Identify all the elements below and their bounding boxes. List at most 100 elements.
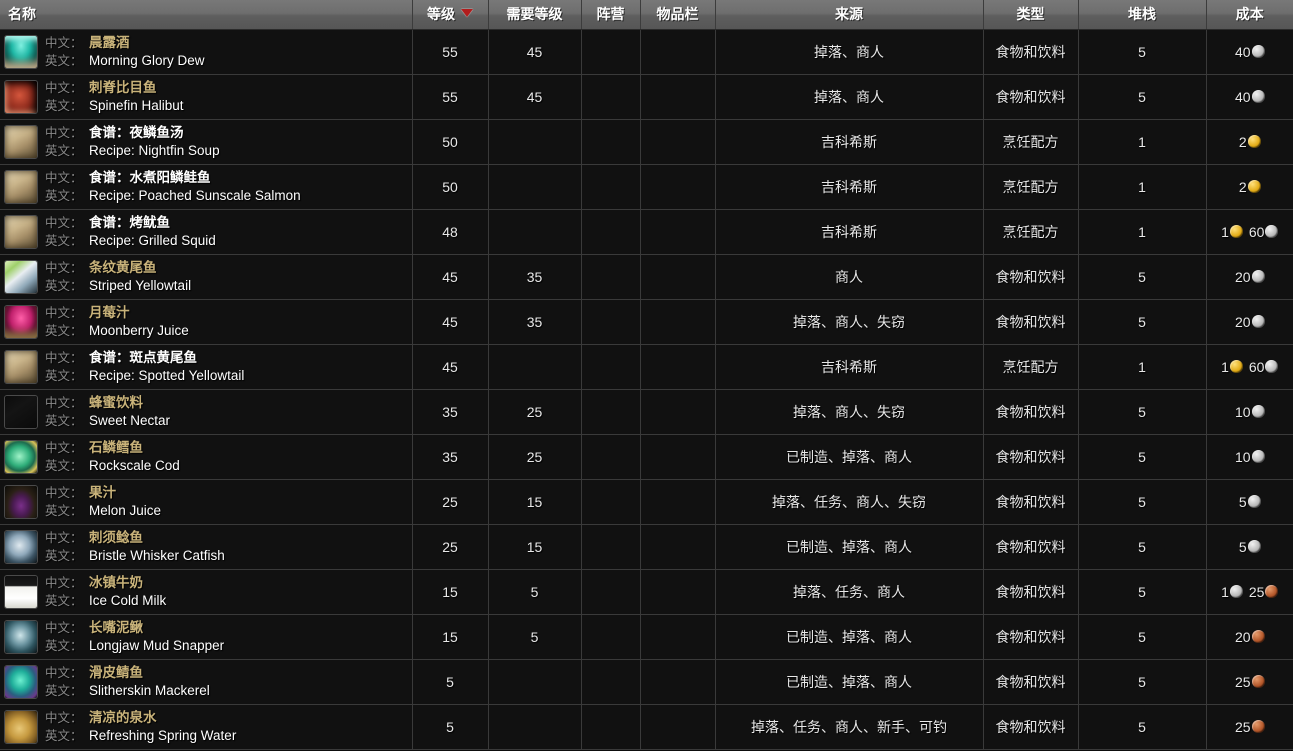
waterskin-icon[interactable] [4,709,38,744]
table-row[interactable]: 中文： 条纹黄尾鱼 英文： Striped Yellowtail 45 35 商人 食物和饮料… [0,254,1293,300]
table-row[interactable]: 中文： 果汁 英文： Melon Juice 25 15 掉落、任务、商人、失窃 食物和饮料 5… [0,479,1293,525]
cell-name[interactable]: 中文： 长嘴泥鳅 英文： Longjaw Mud Snapper [0,614,413,660]
scroll-recipe-icon[interactable] [4,124,38,159]
cell-source: 吉科希斯 [715,209,984,255]
item-name-en: 英文： Recipe: Spotted Yellowtail [45,367,244,384]
item-name-cn: 中文： 晨露酒 [45,34,205,51]
flask-purple-icon[interactable] [4,484,38,519]
table-row[interactable]: 中文： 石鳞鳕鱼 英文： Rockscale Cod 35 25 已制造、掉落、商人 食物和饮… [0,434,1293,480]
lang-label-cn: 中文： [45,171,83,186]
juice-pink-icon[interactable] [4,304,38,339]
money-group-silver: 40 [1235,44,1265,60]
table-body: 中文： 晨露酒 英文： Morning Glory Dew 55 45 掉落、商人 食物和饮料… [0,29,1293,750]
potion-green-bowl-icon[interactable] [4,34,38,69]
gold-coin-icon [1229,225,1243,238]
table-row[interactable]: 中文： 清凉的泉水 英文： Refreshing Spring Water 5 掉落、任务… [0,704,1293,750]
cell-type: 食物和饮料 [983,569,1079,615]
fish-yellowtail-icon[interactable] [4,259,38,294]
cell-name[interactable]: 中文： 冰镇牛奶 英文： Ice Cold Milk [0,569,413,615]
cell-stack: 5 [1078,29,1207,75]
cell-cost: 2 [1206,119,1293,165]
column-header-source[interactable]: 来源 [715,0,984,30]
money-value-silver: 10 [1234,448,1251,465]
item-name-en: 英文： Recipe: Poached Sunscale Salmon [45,187,301,204]
table-row[interactable]: 中文： 长嘴泥鳅 英文： Longjaw Mud Snapper 15 5 已制造、掉落、商… [0,614,1293,660]
cell-slot [640,254,716,300]
fish-blue-icon[interactable] [4,529,38,564]
item-name-value-en: Striped Yellowtail [89,277,192,293]
cell-level: 35 [412,434,489,480]
fish-red-icon[interactable] [4,79,38,114]
column-header-slot[interactable]: 物品栏 [640,0,716,30]
money-value-silver: 10 [1234,403,1251,420]
item-name-cn: 中文： 月莓汁 [45,304,189,321]
cell-name[interactable]: 中文： 条纹黄尾鱼 英文： Striped Yellowtail [0,254,413,300]
item-name-value-en: Longjaw Mud Snapper [89,637,225,653]
column-header-stack[interactable]: 堆栈 [1078,0,1207,30]
cell-type: 食物和饮料 [983,524,1079,570]
cell-type: 食物和饮料 [983,74,1079,120]
table-row[interactable]: 中文： 刺脊比目鱼 英文： Spinefin Halibut 55 45 掉落、商人 食物和饮… [0,74,1293,120]
money-amount: 20 [1235,314,1265,330]
money-group-silver: 10 [1235,449,1265,465]
cell-slot [640,74,716,120]
cell-name[interactable]: 中文： 刺脊比目鱼 英文： Spinefin Halibut [0,74,413,120]
fish-mackerel-icon[interactable] [4,664,38,699]
table-row[interactable]: 中文： 冰镇牛奶 英文： Ice Cold Milk 15 5 掉落、任务、商人 食物和饮料 5… [0,569,1293,615]
table-row[interactable]: 中文： 刺须鲶鱼 英文： Bristle Whisker Catfish 25 15 已制造… [0,524,1293,570]
bottle-white-icon[interactable] [4,394,38,429]
table-row[interactable]: 中文： 食谱：夜鳞鱼汤 英文： Recipe: Nightfin Soup 50 吉科希斯… [0,119,1293,165]
column-header-reqlvl[interactable]: 需要等级 [488,0,582,30]
cell-name[interactable]: 中文： 食谱：烤鱿鱼 英文： Recipe: Grilled Squid [0,209,413,255]
table-row[interactable]: 中文： 食谱：水煮阳鳞鲑鱼 英文： Recipe: Poached Sunscale … [0,164,1293,210]
fish-green-icon[interactable] [4,439,38,474]
cell-slot [640,569,716,615]
cell-name[interactable]: 中文： 食谱：夜鳞鱼汤 英文： Recipe: Nightfin Soup [0,119,413,165]
cell-stack: 1 [1078,344,1207,390]
table-row[interactable]: 中文： 食谱：烤鱿鱼 英文： Recipe: Grilled Squid 48 吉科希斯烹… [0,209,1293,255]
scroll-recipe-icon[interactable] [4,349,38,384]
lang-label-cn: 中文： [45,486,83,501]
cell-faction [581,164,641,210]
column-header-faction[interactable]: 阵营 [581,0,641,30]
cell-stack: 5 [1078,299,1207,345]
table-row[interactable]: 中文： 月莓汁 英文： Moonberry Juice 45 35 掉落、商人、失窃 食物和饮… [0,299,1293,345]
money-group-silver: 20 [1235,269,1265,285]
cell-name[interactable]: 中文： 滑皮鲭鱼 英文： Slitherskin Mackerel [0,659,413,705]
cell-cost: 20 [1206,299,1293,345]
table-row[interactable]: 中文： 蜂蜜饮料 英文： Sweet Nectar 35 25 掉落、商人、失窃 食物和饮料 5… [0,389,1293,435]
item-name-cn: 中文： 食谱：水煮阳鳞鲑鱼 [45,169,301,186]
cell-slot [640,434,716,480]
header-row: 名称 等级 需要等级 阵营 物品栏 来源 类型 堆栈 成本 [0,0,1293,30]
cell-name[interactable]: 中文： 石鳞鳕鱼 英文： Rockscale Cod [0,434,413,480]
cell-level: 35 [412,389,489,435]
money-value-silver: 1 [1221,583,1229,600]
cell-slot [640,524,716,570]
cell-name[interactable]: 中文： 果汁 英文： Melon Juice [0,479,413,525]
icon-art [5,305,37,338]
cell-name[interactable]: 中文： 蜂蜜饮料 英文： Sweet Nectar [0,389,413,435]
cell-name[interactable]: 中文： 食谱：斑点黄尾鱼 英文： Recipe: Spotted Yellowtail [0,344,413,390]
cell-name[interactable]: 中文： 月莓汁 英文： Moonberry Juice [0,299,413,345]
cell-source: 掉落、任务、商人 [715,569,984,615]
milk-glass-icon[interactable] [4,574,38,609]
cell-name[interactable]: 中文： 晨露酒 英文： Morning Glory Dew [0,29,413,75]
cell-stack: 5 [1078,389,1207,435]
scroll-recipe-icon[interactable] [4,214,38,249]
cell-cost: 40 [1206,74,1293,120]
cell-name[interactable]: 中文： 刺须鲶鱼 英文： Bristle Whisker Catfish [0,524,413,570]
cell-name[interactable]: 中文： 食谱：水煮阳鳞鲑鱼 英文： Recipe: Poached Sunscale … [0,164,413,210]
table-row[interactable]: 中文： 滑皮鲭鱼 英文： Slitherskin Mackerel 5 已制造、掉落、商人… [0,659,1293,705]
cell-name[interactable]: 中文： 清凉的泉水 英文： Refreshing Spring Water [0,704,413,750]
scroll-recipe-icon[interactable] [4,169,38,204]
column-header-cost[interactable]: 成本 [1206,0,1293,30]
column-header-type[interactable]: 类型 [983,0,1079,30]
cell-slot [640,299,716,345]
table-row[interactable]: 中文： 食谱：斑点黄尾鱼 英文： Recipe: Spotted Yellowtail… [0,344,1293,390]
icon-art [5,440,37,473]
column-header-level[interactable]: 等级 [412,0,489,30]
table-row[interactable]: 中文： 晨露酒 英文： Morning Glory Dew 55 45 掉落、商人 食物和饮料… [0,29,1293,75]
fish-snapper-icon[interactable] [4,619,38,654]
column-header-name[interactable]: 名称 [0,0,413,30]
item-name-value-cn: 果汁 [89,485,116,501]
